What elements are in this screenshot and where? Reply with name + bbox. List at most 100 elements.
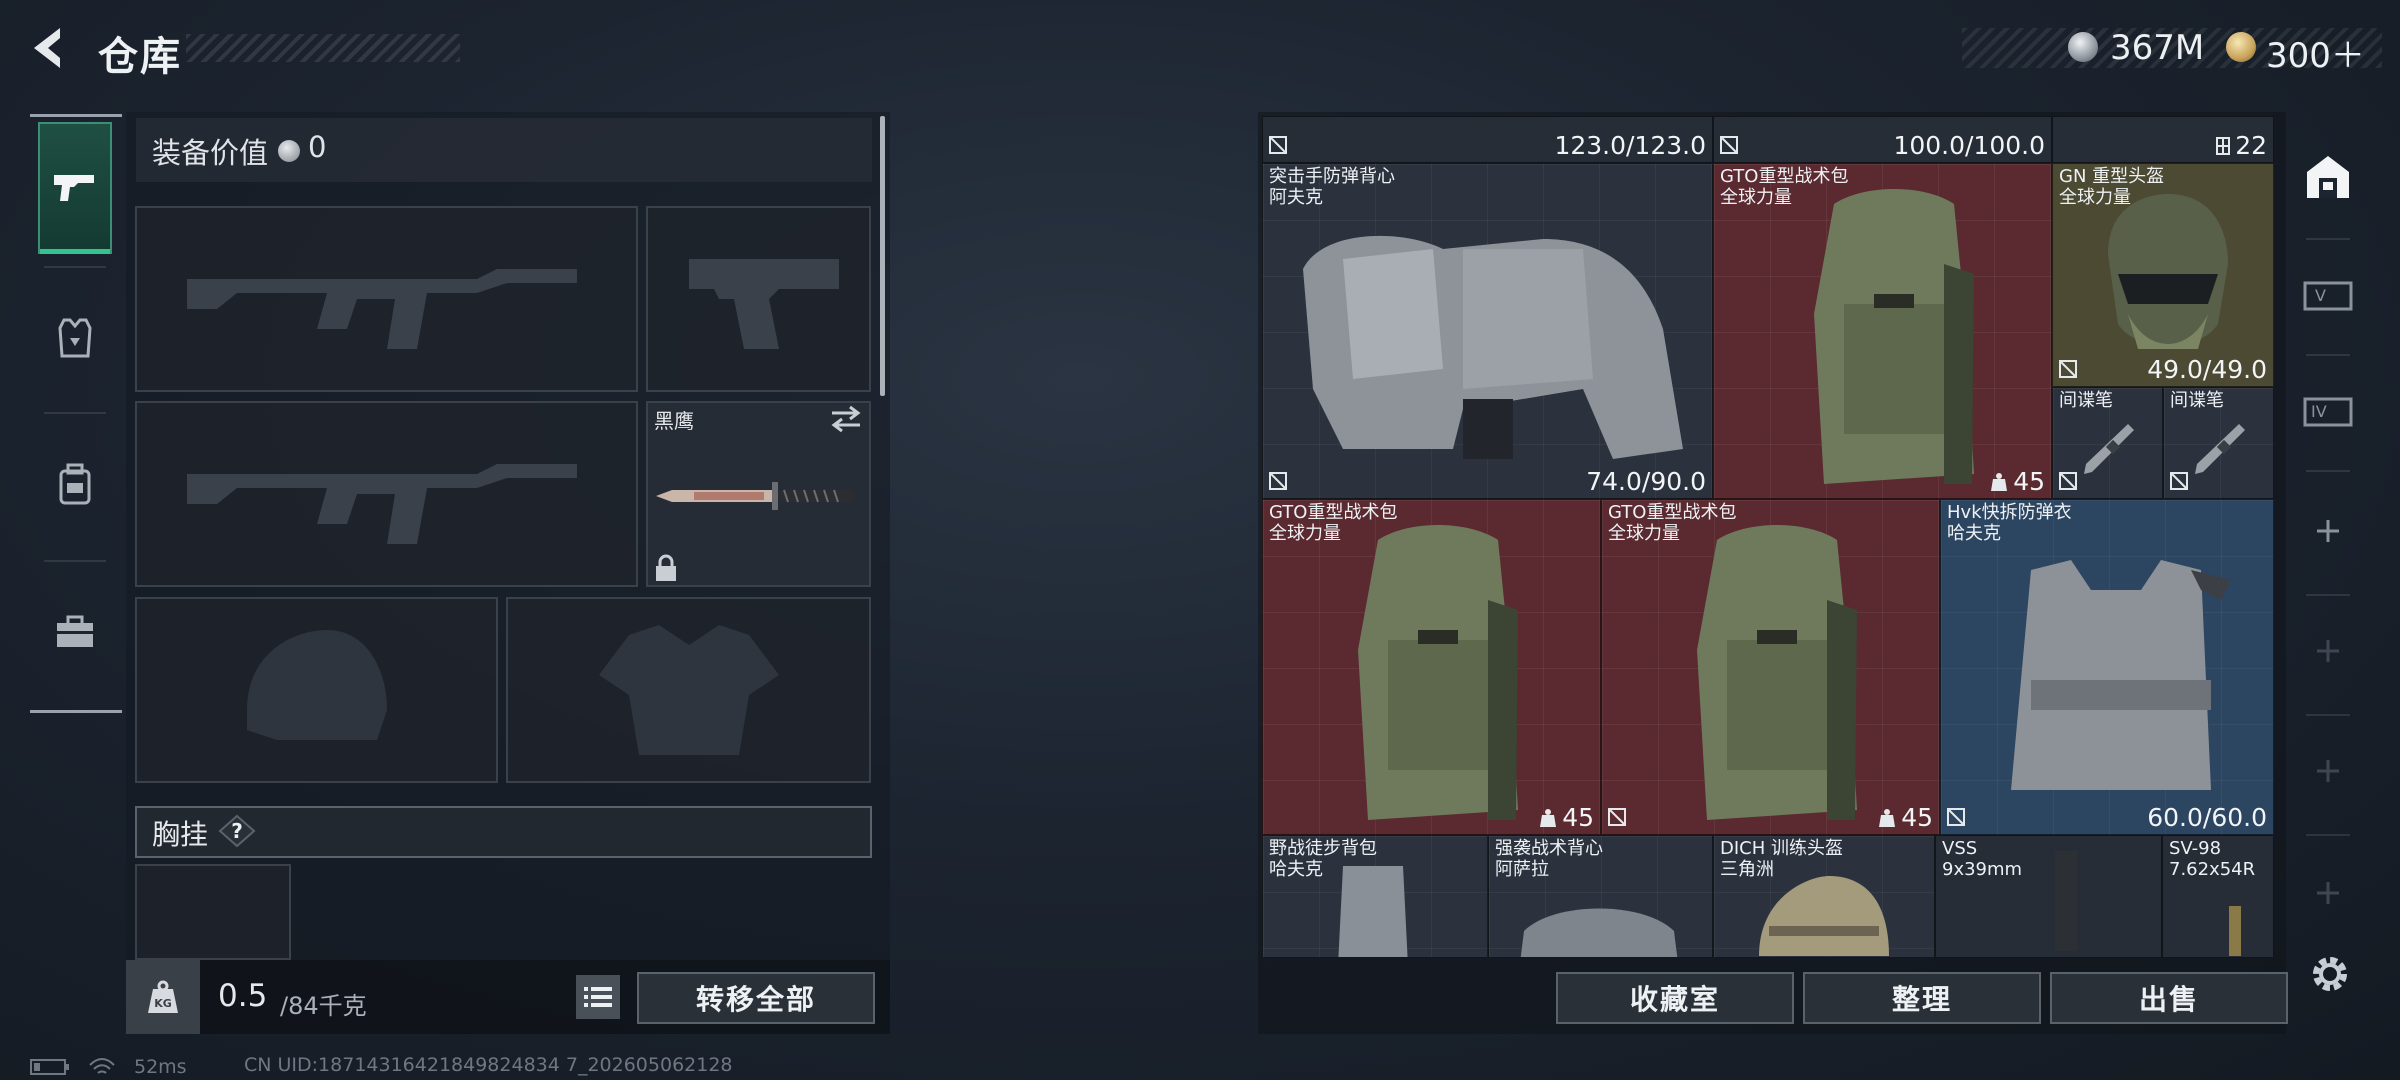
svg-text:V: V bbox=[2315, 286, 2326, 305]
plus-icon bbox=[2317, 520, 2339, 542]
hafu-coin-icon bbox=[2068, 32, 2098, 62]
storage-item[interactable]: 突击手防弹背心 阿夫克 74.0/90.0 bbox=[1262, 163, 1713, 499]
plus-icon bbox=[2317, 640, 2339, 662]
item-name: SV-98 bbox=[2169, 838, 2222, 859]
item-name: 突击手防弹背心 bbox=[1269, 166, 1395, 187]
capacity-badge: 45 bbox=[1538, 803, 1594, 832]
rail-divider bbox=[30, 710, 122, 713]
storage-item[interactable]: 间谍笔 bbox=[2163, 387, 2274, 499]
svg-text:IV: IV bbox=[2311, 402, 2327, 421]
no-repair-icon bbox=[1269, 136, 1287, 154]
storage-room-button[interactable]: 收藏室 bbox=[1556, 972, 1794, 1024]
svg-text:?: ? bbox=[231, 819, 243, 843]
chest-rig-slot[interactable] bbox=[135, 864, 291, 960]
primary-weapon-slot-1[interactable] bbox=[135, 206, 638, 392]
rail-separator bbox=[2306, 470, 2350, 472]
no-repair-icon bbox=[2059, 472, 2077, 490]
add-storage-tab[interactable] bbox=[2286, 716, 2370, 826]
battery-icon bbox=[30, 1059, 69, 1075]
storage-item[interactable]: GTO重型战术包 全球力量 45 bbox=[1262, 499, 1601, 835]
ammo-image bbox=[2229, 906, 2241, 956]
storage-home-tab[interactable] bbox=[2286, 122, 2370, 232]
helmet-slot[interactable] bbox=[135, 597, 498, 783]
primary-weapon-slot-2[interactable] bbox=[135, 401, 638, 587]
storage-item[interactable]: DICH 训练头盔 三角洲 bbox=[1713, 835, 1935, 958]
item-name: Hvk快拆防弹衣 bbox=[1947, 502, 2072, 523]
vest-image bbox=[2011, 560, 2231, 790]
page-title: 仓库 bbox=[98, 34, 182, 80]
durability-value: 74.0/90.0 bbox=[1586, 467, 1706, 496]
sell-button[interactable]: 出售 bbox=[2050, 972, 2288, 1024]
list-icon bbox=[584, 987, 612, 1007]
gear-icon bbox=[2313, 957, 2347, 991]
tab-loadout[interactable] bbox=[38, 122, 112, 254]
add-storage-tab[interactable] bbox=[2286, 838, 2370, 948]
storage-item[interactable]: 22 bbox=[2052, 116, 2274, 163]
storage-item[interactable]: Hvk快拆防弹衣 哈夫克 60.0/60.0 bbox=[1940, 499, 2274, 835]
pistol-silhouette-icon bbox=[688, 259, 839, 349]
no-repair-icon bbox=[2170, 472, 2188, 490]
storage-item[interactable]: GN 重型头盔 全球力量 49.0/49.0 bbox=[2052, 163, 2274, 387]
durability-value: 100.0/100.0 bbox=[1893, 131, 2045, 160]
bag-capacity-icon bbox=[1991, 472, 2008, 491]
swap-icon[interactable] bbox=[828, 404, 864, 434]
lock-icon bbox=[654, 554, 678, 582]
item-brand: 9x39mm bbox=[1942, 859, 2023, 880]
storage-item[interactable]: VSS 9x39mm bbox=[1935, 835, 2162, 958]
knife-image bbox=[654, 470, 862, 520]
plus-icon bbox=[2317, 882, 2339, 904]
item-brand: 阿夫克 bbox=[1269, 187, 1323, 208]
melee-weapon-name: 黑鹰 bbox=[654, 409, 694, 433]
rail-divider bbox=[30, 114, 122, 117]
equipment-value: 0 bbox=[308, 130, 327, 164]
storage-item[interactable]: 间谍笔 bbox=[2052, 387, 2163, 499]
spy-pen-image bbox=[2195, 424, 2245, 474]
title-decoration bbox=[186, 34, 460, 62]
storage-tab-5[interactable]: V bbox=[2286, 240, 2370, 350]
bag-capacity-icon bbox=[1879, 808, 1896, 827]
storage-tab-4[interactable]: IV bbox=[2286, 356, 2370, 466]
capacity-value: 22 bbox=[2235, 131, 2267, 160]
help-icon[interactable]: ? bbox=[218, 814, 256, 848]
storage-item[interactable]: GTO重型战术包 全球力量 45 bbox=[1713, 163, 2052, 499]
storage-item[interactable]: GTO重型战术包 全球力量 45 bbox=[1601, 499, 1940, 835]
secondary-weapon-slot[interactable] bbox=[646, 206, 871, 392]
back-button[interactable] bbox=[26, 22, 78, 74]
tab-case[interactable] bbox=[38, 566, 112, 698]
coin-icon bbox=[278, 140, 300, 162]
storage-item[interactable]: 野战徒步背包 哈夫克 bbox=[1262, 835, 1488, 958]
item-brand: 7.62x54R bbox=[2169, 859, 2256, 880]
sort-button[interactable]: 整理 bbox=[1803, 972, 2041, 1024]
svg-text:KG: KG bbox=[154, 997, 172, 1010]
equipment-value-label: 装备价值 bbox=[152, 136, 269, 170]
settings-button[interactable] bbox=[2306, 950, 2354, 998]
armor-silhouette-icon bbox=[598, 625, 779, 755]
weight-current: 0.5 bbox=[218, 978, 268, 1014]
capacity-value: 45 bbox=[1562, 803, 1594, 832]
backpack-image bbox=[1358, 525, 1518, 820]
body-armor-slot[interactable] bbox=[506, 597, 871, 783]
bag-capacity-icon bbox=[1540, 808, 1557, 827]
ping-text: 52ms bbox=[134, 1056, 187, 1078]
backpack-image bbox=[1814, 189, 1974, 484]
storage-iv-icon: IV bbox=[2303, 397, 2353, 427]
no-repair-icon bbox=[1608, 808, 1626, 826]
currency-a-amount: 367M bbox=[2110, 28, 2205, 68]
add-storage-tab[interactable] bbox=[2286, 476, 2370, 586]
no-repair-icon bbox=[2059, 360, 2077, 378]
loadout-scrollbar[interactable] bbox=[880, 116, 885, 396]
tab-armor[interactable] bbox=[38, 272, 112, 404]
currency-b-amount[interactable]: 300＋ bbox=[2266, 28, 2365, 77]
storage-item[interactable]: 123.0/123.0 bbox=[1262, 116, 1713, 163]
capacity-value: 45 bbox=[2013, 467, 2045, 496]
storage-item[interactable]: SV-98 7.62x54R bbox=[2162, 835, 2274, 958]
add-storage-tab[interactable] bbox=[2286, 596, 2370, 706]
storage-item[interactable]: 100.0/100.0 bbox=[1713, 116, 2052, 163]
rail-separator bbox=[44, 560, 106, 562]
transfer-all-button[interactable]: 转移全部 bbox=[637, 972, 875, 1024]
list-view-button[interactable] bbox=[576, 975, 620, 1019]
weight-max: /84千克 bbox=[280, 992, 367, 1020]
plus-icon bbox=[2317, 760, 2339, 782]
tab-backpack[interactable] bbox=[38, 418, 112, 550]
storage-item[interactable]: 强袭战术背心 阿萨拉 bbox=[1488, 835, 1713, 958]
